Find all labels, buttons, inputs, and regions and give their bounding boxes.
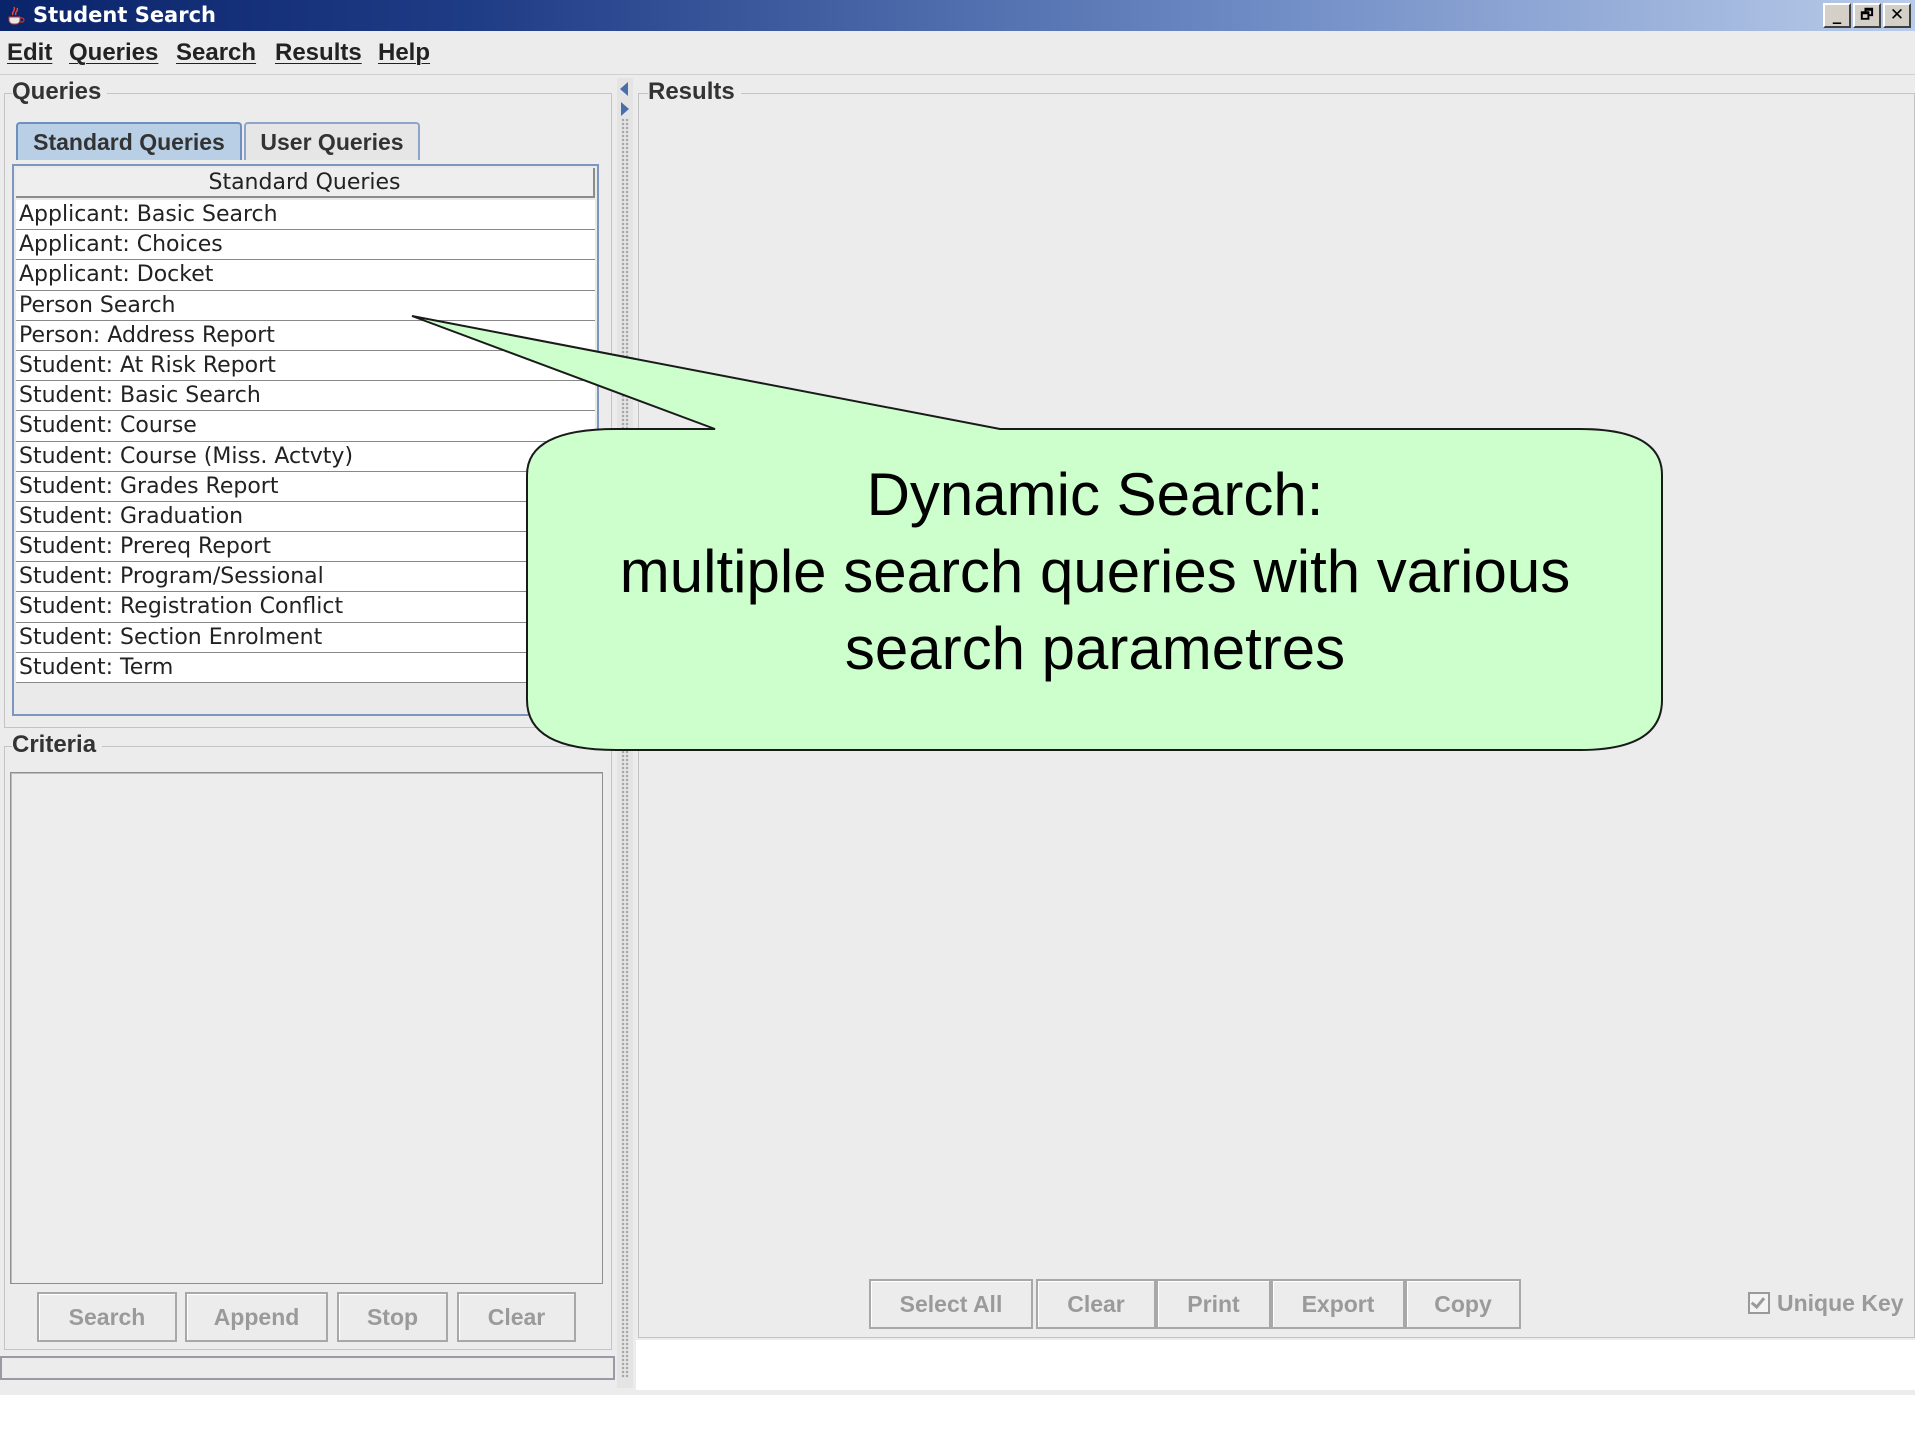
list-item[interactable]: Applicant: Choices [16,230,595,261]
criteria-area[interactable] [10,772,603,1284]
criteria-clear-button[interactable]: Clear [457,1292,576,1342]
close-button[interactable]: ✕ [1883,3,1911,28]
minimize-icon: _ [1832,5,1842,25]
list-item[interactable]: Student: Prereq Report [16,532,595,563]
append-button[interactable]: Append [185,1292,328,1342]
menu-help[interactable]: Help [378,39,430,67]
unique-key-checkbox[interactable] [1748,1292,1770,1314]
list-item[interactable]: Student: Section Enrolment [16,622,595,653]
stop-button[interactable]: Stop [337,1292,448,1342]
list-item[interactable]: Student: Course [16,411,595,442]
expand-right-icon[interactable] [621,102,629,116]
restore-icon: 🗗 [1860,7,1874,23]
list-item[interactable]: Student: Term [16,652,595,683]
query-list-body: Applicant: Basic Search Applicant: Choic… [16,200,595,683]
restore-button[interactable]: 🗗 [1853,3,1881,28]
list-item[interactable]: Student: Registration Conflict [16,592,595,623]
menu-results[interactable]: Results [275,39,362,67]
minimize-button[interactable]: _ [1823,3,1851,28]
title-bar[interactable]: Student Search _ 🗗 ✕ [0,0,1915,31]
collapse-left-icon[interactable] [620,82,628,96]
list-item[interactable]: Student: Program/Sessional [16,562,595,593]
list-item[interactable]: Student: Grades Report [16,471,595,502]
callout-line: multiple search queries with various [619,538,1571,605]
tab-standard-queries[interactable]: Standard Queries [16,122,242,160]
standard-queries-list: Standard Queries Applicant: Basic Search… [12,164,599,716]
print-button[interactable]: Print [1156,1279,1271,1329]
menu-queries[interactable]: Queries [69,39,158,67]
close-icon: ✕ [1889,5,1905,25]
select-all-button[interactable]: Select All [869,1279,1033,1329]
list-item[interactable]: Person: Address Report [16,320,595,351]
status-bar [0,1356,615,1380]
window-title: Student Search [33,3,216,27]
tab-user-queries[interactable]: User Queries [244,122,420,160]
callout-line: search parametres [844,615,1346,682]
callout-line: Dynamic Search: [866,461,1324,528]
student-search-window: Student Search _ 🗗 ✕ Edit Queries Search… [0,0,1915,1395]
results-clear-button[interactable]: Clear [1036,1279,1156,1329]
menu-bar: Edit Queries Search Results Help [0,33,1915,75]
results-bottom-strip [636,1340,1915,1390]
criteria-panel-title: Criteria [12,731,103,759]
list-item[interactable]: Student: Basic Search [16,381,595,412]
java-cup-icon [8,6,25,25]
results-area[interactable] [640,78,1915,1338]
list-item[interactable]: Student: Graduation [16,501,595,533]
checkmark-icon [1750,1293,1766,1310]
list-item[interactable]: Student: Course (Miss. Actvty) [16,441,595,472]
list-item[interactable]: Student: At Risk Report [16,350,595,382]
menu-search[interactable]: Search [176,39,256,67]
list-item[interactable]: Applicant: Docket [16,260,595,291]
queries-panel-title: Queries [12,78,108,106]
list-column-header[interactable]: Standard Queries [16,168,595,198]
unique-key-label: Unique Key [1777,1290,1904,1316]
callout-text: Dynamic Search: multiple search queries … [530,456,1660,687]
menu-edit[interactable]: Edit [7,39,52,67]
list-item[interactable]: Applicant: Basic Search [16,200,595,231]
divider-grip [621,118,629,1378]
split-pane-divider[interactable] [617,78,633,1388]
list-item[interactable]: Person Search [16,290,595,321]
search-button[interactable]: Search [37,1292,177,1342]
export-button[interactable]: Export [1271,1279,1405,1329]
copy-button[interactable]: Copy [1405,1279,1521,1329]
